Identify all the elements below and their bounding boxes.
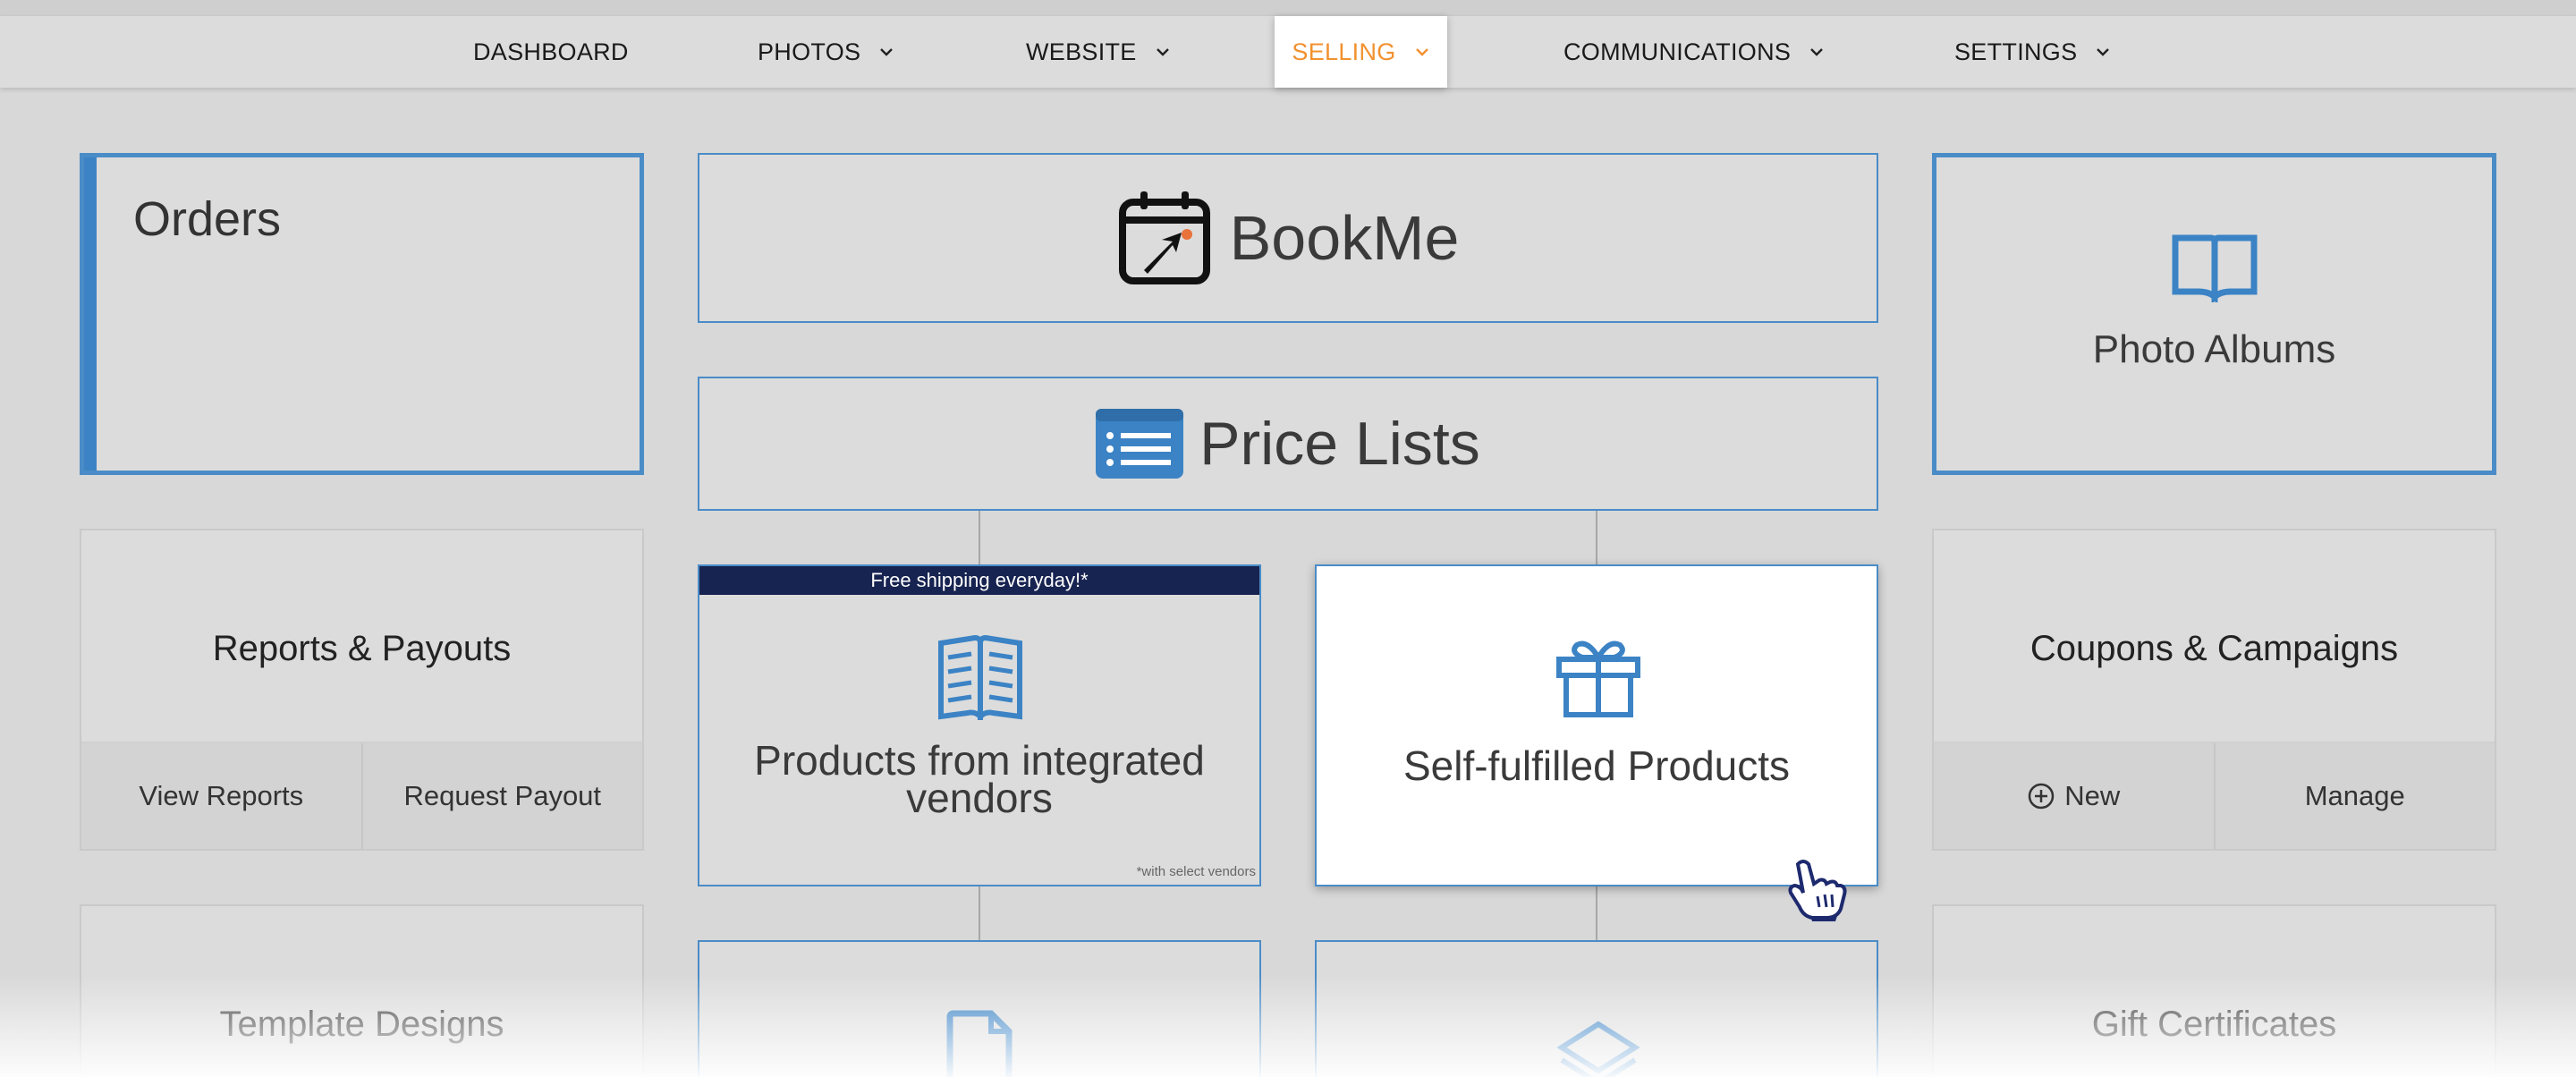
price-lists-tile[interactable]: Price Lists (698, 377, 1878, 511)
bookme-content: BookMe (699, 155, 1877, 321)
self-fulfilled-tile[interactable]: Self-fulfilled Products (1315, 564, 1878, 886)
hand-pointer-icon (1788, 860, 1847, 921)
bookme-title: BookMe (1229, 203, 1460, 273)
document-icon (946, 1010, 1013, 1077)
chevron-down-icon (880, 48, 894, 56)
product-tile-bottom-left[interactable] (698, 940, 1261, 1077)
integrated-vendors-tile[interactable]: Free shipping everyday!* Products from i… (698, 564, 1261, 886)
orders-accent-bar (84, 157, 97, 471)
catalog-icon (938, 634, 1022, 720)
connector-line (1596, 886, 1597, 941)
free-shipping-banner: Free shipping everyday!* (699, 566, 1259, 595)
gift-certificates-title: Gift Certificates (2091, 1005, 2337, 1044)
open-book-icon (2172, 234, 2258, 302)
price-lists-title: Price Lists (1199, 410, 1480, 478)
connector-line (1596, 511, 1597, 564)
nav-selling[interactable]: SELLING (1275, 16, 1447, 88)
product-tile-bottom-right[interactable] (1315, 940, 1878, 1077)
gift-icon (1556, 640, 1640, 717)
chevron-down-icon (2097, 48, 2110, 56)
view-reports-button[interactable]: View Reports (81, 743, 361, 849)
integrated-vendors-title: Products from integrated vendors (754, 737, 1205, 821)
price-lists-content: Price Lists (699, 378, 1877, 509)
connector-line (979, 886, 980, 941)
reports-payouts-title: Reports & Payouts (212, 629, 512, 668)
self-fulfilled-title: Self-fulfilled Products (1402, 742, 1791, 789)
nav-photos[interactable]: PHOTOS (758, 16, 894, 88)
coupons-campaigns-title: Coupons & Campaigns (2029, 629, 2399, 668)
new-coupon-button[interactable]: New (1934, 743, 2214, 849)
gift-certificates-tile[interactable]: Gift Certificates (1932, 904, 2496, 1077)
main-nav: DASHBOARD PHOTOS WEBSITE SELLING COMMUNI… (0, 16, 2576, 88)
nav-website[interactable]: WEBSITE (1026, 16, 1171, 88)
photo-albums-tile[interactable]: Photo Albums (1932, 153, 2496, 475)
top-strip (0, 0, 2576, 16)
nav-settings[interactable]: SETTINGS (1954, 16, 2111, 88)
chevron-down-icon (1810, 48, 1824, 56)
vendors-footnote: *with select vendors (1136, 864, 1256, 879)
nav-communications[interactable]: COMMUNICATIONS (1563, 16, 1825, 88)
photo-albums-title: Photo Albums (2092, 327, 2336, 371)
reports-payouts-tile: Reports & Payouts View Reports Request P… (80, 529, 644, 851)
request-payout-button[interactable]: Request Payout (360, 743, 642, 849)
calendar-cursor-icon (1118, 191, 1210, 284)
connector-line (979, 511, 980, 564)
coupons-campaigns-tile: Coupons & Campaigns New Manage (1932, 529, 2496, 851)
bookme-tile[interactable]: BookMe (698, 153, 1878, 323)
chevron-down-icon (1156, 48, 1169, 56)
list-card-icon (1096, 409, 1184, 479)
reports-actions: View Reports Request Payout (81, 742, 642, 849)
chevron-down-icon (1415, 48, 1428, 56)
layers-icon (1556, 1021, 1640, 1077)
nav-dashboard[interactable]: DASHBOARD (473, 16, 629, 88)
plus-circle-icon (2028, 783, 2055, 810)
orders-title: Orders (133, 192, 282, 246)
template-designs-tile[interactable]: Template Designs (80, 904, 644, 1077)
orders-tile[interactable]: Orders (80, 153, 644, 475)
coupons-actions: New Manage (1934, 742, 2495, 849)
manage-coupons-button[interactable]: Manage (2213, 743, 2495, 849)
template-designs-title: Template Designs (219, 1005, 504, 1044)
